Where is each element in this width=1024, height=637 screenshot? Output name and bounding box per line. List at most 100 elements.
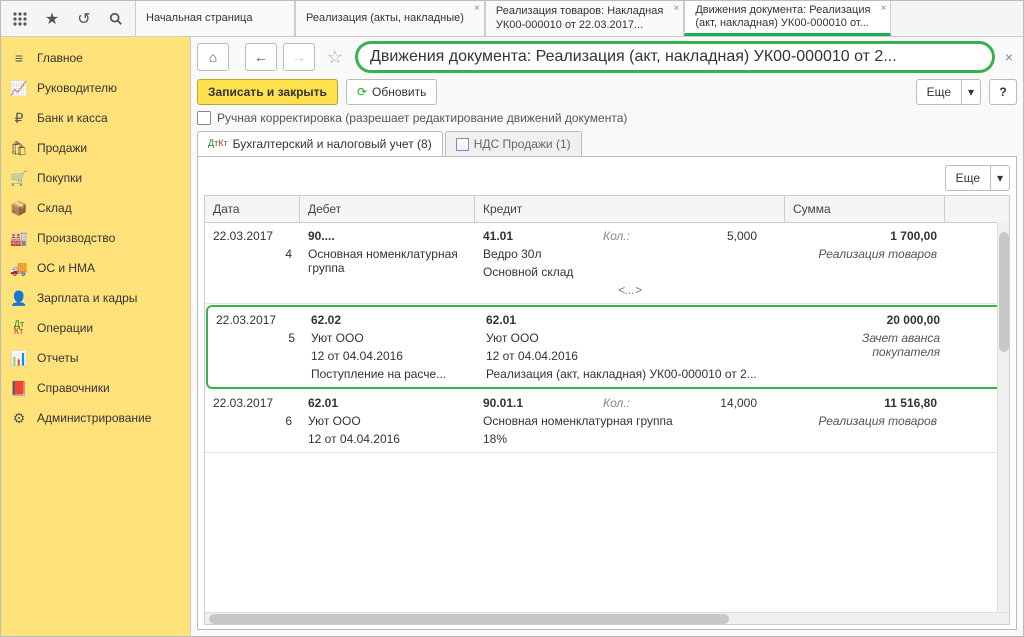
- grid-more-label: Еще: [956, 171, 980, 185]
- sidebar-item-label: Банк и касса: [37, 111, 108, 125]
- sidebar-item-catalogs[interactable]: 📕Справочники: [1, 373, 190, 403]
- grid: Дата Дебет Кредит Сумма 22.03.2017 4 90.…: [204, 195, 1010, 625]
- sidebar-item-bank[interactable]: ₽Банк и касса: [1, 103, 190, 133]
- grid-more-dropdown[interactable]: ▾: [990, 165, 1010, 191]
- sidebar-item-sales[interactable]: 🛍 Продажи: [1, 133, 190, 163]
- chart-icon: 📈: [11, 80, 27, 96]
- cell-sum: 11 516,80: [785, 394, 945, 412]
- more-label: Еще: [927, 85, 951, 99]
- refresh-button[interactable]: ⟳Обновить: [346, 79, 437, 105]
- cell-n: 6: [205, 412, 300, 430]
- cell-kr-l2: Ведро 30л: [475, 245, 785, 263]
- close-icon[interactable]: ×: [673, 3, 679, 15]
- sidebar-item-label: Производство: [37, 231, 115, 245]
- tab-accounting[interactable]: ДтКт Бухгалтерский и налоговый учет (8): [197, 131, 443, 156]
- warehouse-icon: 📦: [11, 200, 27, 216]
- star-icon[interactable]: ★: [37, 5, 67, 33]
- home-button[interactable]: ⌂: [197, 43, 229, 71]
- sidebar-item-label: Продажи: [37, 141, 87, 155]
- more-dropdown[interactable]: ▾: [961, 79, 981, 105]
- sidebar: ≡Главное 📈Руководителю ₽Банк и касса 🛍 Пр…: [1, 37, 191, 636]
- sidebar-item-label: Операции: [37, 321, 93, 335]
- more-button[interactable]: Еще: [916, 79, 961, 105]
- sidebar-item-label: Склад: [37, 201, 72, 215]
- scrollbar-horizontal[interactable]: [205, 612, 1009, 624]
- topbar: ★ ↺ Начальная страница Реализация (акты,…: [1, 1, 1023, 37]
- close-icon[interactable]: ×: [881, 3, 887, 15]
- cell-desc: Реализация товаров: [785, 245, 945, 263]
- sidebar-item-main[interactable]: ≡Главное: [1, 43, 190, 73]
- history-icon[interactable]: ↺: [69, 5, 99, 33]
- cell-sum: 20 000,00: [788, 311, 948, 329]
- report-icon: 📊: [11, 350, 27, 366]
- scrollbar-vertical[interactable]: [997, 222, 1009, 612]
- sidebar-item-admin[interactable]: ⚙Администрирование: [1, 403, 190, 433]
- save-close-label: Записать и закрыть: [208, 85, 327, 99]
- col-debet[interactable]: Дебет: [300, 196, 475, 222]
- close-icon[interactable]: ×: [474, 3, 480, 15]
- cart-sell-icon: 🛍: [11, 140, 27, 156]
- sidebar-item-purchases[interactable]: 🛒Покупки: [1, 163, 190, 193]
- sidebar-item-label: Администрирование: [37, 411, 151, 425]
- table-row[interactable]: 22.03.2017 6 62.01 Уют ООО 12 от 04.04.2…: [205, 390, 1009, 453]
- tab-sub: (акт, накладная) УК00-000010 от...: [695, 17, 870, 30]
- sidebar-item-os-nma[interactable]: 🚚 ОС и НМА: [1, 253, 190, 283]
- grid-body[interactable]: 22.03.2017 4 90.... Основная номенклатур…: [205, 223, 1009, 612]
- close-button[interactable]: ×: [1001, 49, 1017, 65]
- apps-icon[interactable]: [5, 5, 35, 33]
- cell-sum: 1 700,00: [785, 227, 945, 245]
- sidebar-item-manager[interactable]: 📈Руководителю: [1, 73, 190, 103]
- table-row[interactable]: 22.03.2017 4 90.... Основная номенклатур…: [205, 223, 1009, 304]
- tab-movements-doc[interactable]: Движения документа: Реализация (акт, нак…: [684, 1, 891, 36]
- main-area: ⌂ ← → ☆ Движения документа: Реализация (…: [191, 37, 1023, 636]
- grid-more-button[interactable]: Еще: [945, 165, 990, 191]
- cell-kr-l3: 12 от 04.04.2016: [478, 347, 788, 365]
- table-row[interactable]: 22.03.2017 5 62.02 Уют ООО 12 от 04.04.2…: [206, 305, 1008, 389]
- cell-deb-l4: Поступление на расче...: [303, 365, 478, 383]
- cell-kol-val: 14,000: [655, 394, 765, 412]
- sidebar-item-hr[interactable]: 👤Зарплата и кадры: [1, 283, 190, 313]
- tab-home[interactable]: Начальная страница: [135, 1, 295, 36]
- col-sum[interactable]: Сумма: [785, 196, 945, 222]
- grid-header: Дата Дебет Кредит Сумма: [205, 196, 1009, 223]
- back-button[interactable]: ←: [245, 43, 277, 71]
- col-kredit[interactable]: Кредит: [475, 196, 785, 222]
- cell-kr-l2: Основная номенклатурная группа: [475, 412, 785, 430]
- search-icon[interactable]: [101, 5, 131, 33]
- tab-realization-list[interactable]: Реализация (акты, накладные) ×: [295, 1, 485, 36]
- sidebar-item-production[interactable]: 🏭Производство: [1, 223, 190, 253]
- book-icon: 📕: [11, 380, 27, 396]
- refresh-label: Обновить: [372, 85, 426, 99]
- nav-row: ⌂ ← → ☆ Движения документа: Реализация (…: [197, 41, 1017, 73]
- inner-tabs: ДтКт Бухгалтерский и налоговый учет (8) …: [197, 131, 1017, 156]
- tab-label: Начальная страница: [146, 12, 274, 25]
- tab-nds-sales[interactable]: НДС Продажи (1): [445, 131, 582, 156]
- cell-kr-l2: Уют ООО: [478, 329, 788, 347]
- tab-label: Реализация товаров: Накладная: [496, 5, 663, 18]
- forward-button[interactable]: →: [283, 43, 315, 71]
- toolbar: Записать и закрыть ⟳Обновить Еще ▾ ?: [197, 79, 1017, 105]
- more-button-group: Еще ▾: [916, 79, 981, 105]
- sidebar-item-reports[interactable]: 📊Отчеты: [1, 343, 190, 373]
- sidebar-item-label: Покупки: [37, 171, 82, 185]
- cell-kr-main: 62.01: [478, 311, 788, 329]
- menu-icon: ≡: [11, 50, 27, 66]
- dtkt-icon: ДтКт: [208, 140, 228, 147]
- col-date[interactable]: Дата: [205, 196, 300, 222]
- favorite-button[interactable]: ☆: [321, 43, 349, 71]
- save-close-button[interactable]: Записать и закрыть: [197, 79, 338, 105]
- tab-realization-doc[interactable]: Реализация товаров: Накладная УК00-00001…: [485, 1, 684, 36]
- cell-kol: Кол.:: [595, 227, 655, 245]
- grid-more-group: Еще ▾: [945, 165, 1010, 191]
- manual-edit-checkbox[interactable]: [197, 111, 211, 125]
- cell-kr-l4: Реализация (акт, накладная) УК00-000010 …: [478, 365, 788, 383]
- sidebar-item-label: ОС и НМА: [37, 261, 95, 275]
- cell-kol: Кол.:: [595, 394, 655, 412]
- help-label: ?: [999, 85, 1006, 99]
- person-icon: 👤: [11, 290, 27, 306]
- help-button[interactable]: ?: [989, 79, 1017, 105]
- truck-icon: 🚚: [11, 260, 27, 276]
- sidebar-item-warehouse[interactable]: 📦 Склад: [1, 193, 190, 223]
- cell-desc: Реализация товаров: [785, 412, 945, 430]
- sidebar-item-operations[interactable]: ДтКтОперации: [1, 313, 190, 343]
